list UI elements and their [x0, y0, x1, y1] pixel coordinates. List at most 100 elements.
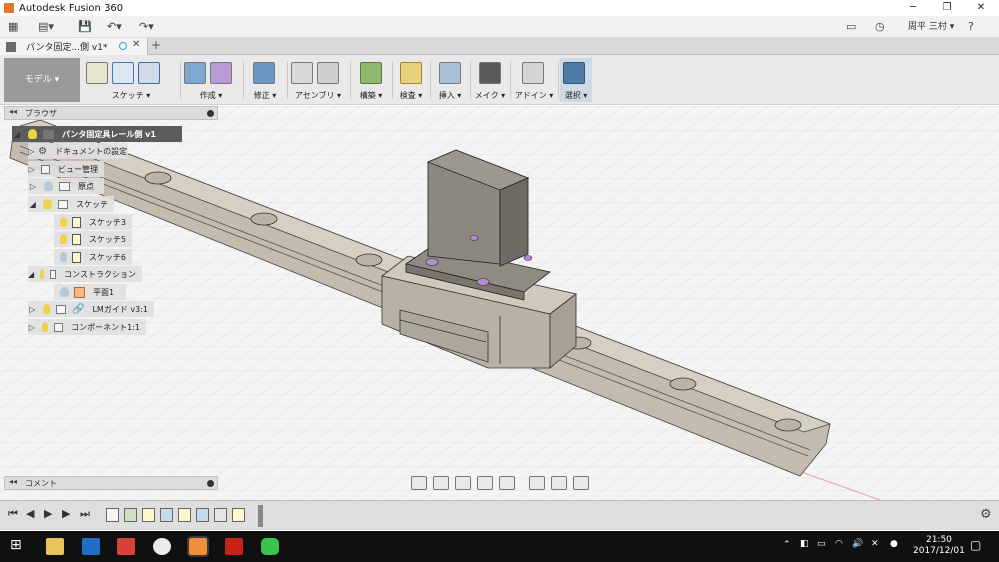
toolbar-group-modify[interactable]: 修正 ▾: [245, 58, 285, 102]
workspace-switcher[interactable]: モデル ▾: [4, 58, 80, 102]
tree-item-sketch6[interactable]: スケッチ6: [54, 249, 132, 265]
save-icon[interactable]: 💾: [78, 19, 92, 35]
wifi-icon[interactable]: ◠: [835, 539, 843, 549]
extrude-icon[interactable]: [184, 62, 206, 84]
timeline-feature[interactable]: [142, 508, 155, 522]
volume-icon[interactable]: 🔊: [852, 539, 863, 549]
visibility-bulb-icon[interactable]: [60, 287, 69, 297]
document-tab[interactable]: パンタ固定...側 v1* ✕: [0, 38, 148, 55]
toolbar-group-construct[interactable]: 構築 ▾: [352, 58, 390, 102]
zoom-icon[interactable]: [477, 476, 493, 490]
timeline-feature[interactable]: [232, 508, 245, 522]
look-at-icon[interactable]: [433, 476, 449, 490]
visibility-bulb-icon[interactable]: [42, 304, 51, 314]
timeline-feature[interactable]: [178, 508, 191, 522]
viewcube-icon[interactable]: [930, 106, 990, 116]
viewports-icon[interactable]: [573, 476, 589, 490]
fusion-taskbar-icon[interactable]: [187, 536, 209, 557]
visibility-bulb-icon[interactable]: [60, 234, 67, 244]
grid-menu-icon[interactable]: ▦: [8, 19, 18, 35]
comments-header[interactable]: ◂◂ コメント: [4, 476, 218, 490]
tree-item-plane1[interactable]: 平面1: [54, 284, 126, 300]
toolbar-group-inspect[interactable]: 検査 ▾: [394, 58, 428, 102]
windows-start-icon[interactable]: ⊞: [10, 537, 22, 553]
timeline-feature[interactable]: [214, 508, 227, 522]
insert-image-icon[interactable]: [439, 62, 461, 84]
history-icon[interactable]: ◷: [875, 19, 885, 35]
tree-item-component1[interactable]: ▷ コンポーネント1:1: [28, 319, 146, 335]
tree-root[interactable]: ◢ パンタ固定具レール側 v1: [12, 126, 182, 142]
collapse-arrow-icon[interactable]: ◢: [28, 200, 37, 209]
visibility-bulb-icon[interactable]: [43, 199, 52, 209]
outlook-icon[interactable]: [82, 538, 100, 555]
browser-header[interactable]: ◂◂ ブラウザ: [4, 106, 218, 120]
offset-plane-icon[interactable]: [360, 62, 382, 84]
panel-pin-icon[interactable]: [207, 110, 214, 117]
timeline-feature[interactable]: [196, 508, 209, 522]
visibility-bulb-icon[interactable]: [28, 129, 37, 139]
tree-item-named-views[interactable]: ▷ ビュー管理: [28, 161, 104, 177]
step-forward-icon[interactable]: ▶: [62, 507, 70, 520]
action-center-icon[interactable]: ▢: [970, 538, 981, 552]
tray-expand-icon[interactable]: ⌃: [783, 540, 791, 550]
step-back-icon[interactable]: ◀: [26, 507, 34, 520]
timeline-settings-icon[interactable]: ⚙: [980, 507, 992, 522]
network-icon[interactable]: ✕: [871, 539, 879, 549]
rectangle-icon[interactable]: [138, 62, 160, 84]
grid-settings-icon[interactable]: [551, 476, 567, 490]
file-menu-icon[interactable]: ▤▾: [38, 19, 54, 35]
viewcube[interactable]: 前 右 Y Z: [928, 106, 990, 116]
acrobat-icon[interactable]: [225, 538, 243, 555]
undo-icon[interactable]: ↶▾: [107, 19, 122, 35]
form-icon[interactable]: [210, 62, 232, 84]
file-explorer-icon[interactable]: [46, 538, 64, 555]
security-icon[interactable]: ●: [890, 539, 898, 549]
select-icon[interactable]: [563, 62, 585, 84]
go-to-start-icon[interactable]: ⏮: [8, 507, 18, 521]
create-sketch-icon[interactable]: [86, 62, 108, 84]
battery-icon[interactable]: ▭: [817, 539, 826, 549]
orbit-icon[interactable]: [411, 476, 427, 490]
vivaldi-icon[interactable]: [117, 538, 135, 555]
visibility-bulb-icon[interactable]: [60, 252, 67, 262]
expand-arrow-icon[interactable]: ▷: [28, 147, 34, 156]
toolbar-group-addins[interactable]: アドイン ▾: [512, 58, 556, 102]
expand-arrow-icon[interactable]: ▷: [28, 323, 36, 332]
display-settings-icon[interactable]: [529, 476, 545, 490]
line-icon[interactable]: [112, 62, 134, 84]
new-tab-button[interactable]: +: [151, 38, 161, 52]
timeline-feature[interactable]: [106, 508, 119, 522]
itunes-icon[interactable]: [153, 538, 171, 555]
visibility-bulb-icon[interactable]: [60, 217, 67, 227]
help-icon[interactable]: ?: [968, 19, 974, 35]
new-component-icon[interactable]: [291, 62, 313, 84]
minimize-button[interactable]: ─: [896, 0, 930, 16]
toolbar-group-create[interactable]: 作成 ▾: [182, 58, 240, 102]
pan-icon[interactable]: [455, 476, 471, 490]
taskbar-clock[interactable]: 21:50 2017/12/01: [913, 535, 965, 557]
3d-print-icon[interactable]: [479, 62, 501, 84]
toolbar-group-assemble[interactable]: アセンブリ ▾: [289, 58, 347, 102]
zoom-window-icon[interactable]: [499, 476, 515, 490]
tray-app-icon[interactable]: ◧: [800, 539, 809, 549]
timeline-feature[interactable]: [124, 508, 137, 522]
expand-arrow-icon[interactable]: ▷: [28, 165, 35, 174]
go-to-end-icon[interactable]: ⏭: [80, 507, 90, 521]
job-status-icon[interactable]: ▭: [846, 19, 856, 35]
measure-icon[interactable]: [400, 62, 422, 84]
redo-icon[interactable]: ↷▾: [139, 19, 154, 35]
visibility-bulb-icon[interactable]: [41, 322, 49, 332]
toolbar-group-select[interactable]: 選択 ▾: [560, 58, 592, 102]
toolbar-group-sketch[interactable]: スケッチ ▾: [84, 58, 178, 102]
play-icon[interactable]: ▶: [44, 507, 52, 520]
tab-close-icon[interactable]: ✕: [132, 39, 140, 50]
visibility-bulb-icon[interactable]: [44, 181, 53, 191]
tree-item-construction[interactable]: ◢ コンストラクション: [28, 266, 142, 282]
timeline-feature[interactable]: [160, 508, 173, 522]
scripts-addins-icon[interactable]: [522, 62, 544, 84]
collapse-arrow-icon[interactable]: ◢: [12, 130, 22, 139]
line-app-icon[interactable]: [261, 538, 279, 555]
toolbar-group-make[interactable]: メイク ▾: [472, 58, 508, 102]
press-pull-icon[interactable]: [253, 62, 275, 84]
collapse-arrow-icon[interactable]: ◢: [28, 270, 34, 279]
